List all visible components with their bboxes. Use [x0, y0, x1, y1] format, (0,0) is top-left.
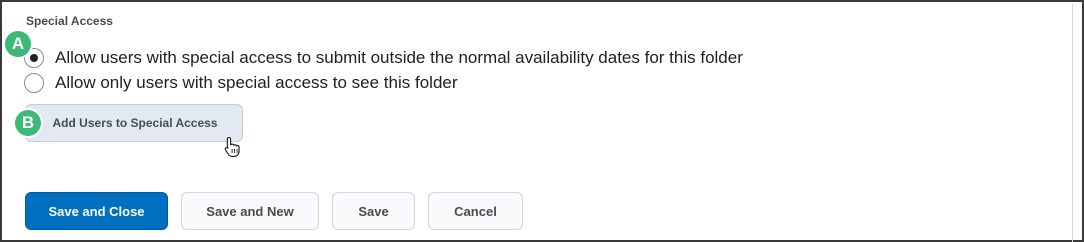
option-label: Allow users with special access to submi… [55, 48, 743, 67]
save-and-new-button[interactable]: Save and New [181, 192, 319, 230]
callout-b-badge: B [15, 110, 41, 136]
hand-pointer-cursor-icon [224, 136, 240, 158]
option-only-special-access[interactable]: Allow only users with special access to … [24, 71, 458, 95]
add-users-to-special-access-button[interactable]: Add Users to Special Access [25, 104, 243, 142]
callout-a-badge: A [5, 31, 31, 57]
save-and-close-button[interactable]: Save and Close [25, 192, 168, 230]
option-label: Allow only users with special access to … [55, 73, 458, 92]
save-button[interactable]: Save [332, 192, 415, 230]
section-title: Special Access [26, 14, 113, 28]
option-submit-outside-dates[interactable]: Allow users with special access to submi… [24, 46, 743, 70]
divider [1072, 4, 1073, 242]
radio-button-unchecked[interactable] [24, 73, 44, 93]
cancel-button[interactable]: Cancel [428, 192, 523, 230]
special-access-panel: Special Access Allow users with special … [0, 0, 1084, 242]
